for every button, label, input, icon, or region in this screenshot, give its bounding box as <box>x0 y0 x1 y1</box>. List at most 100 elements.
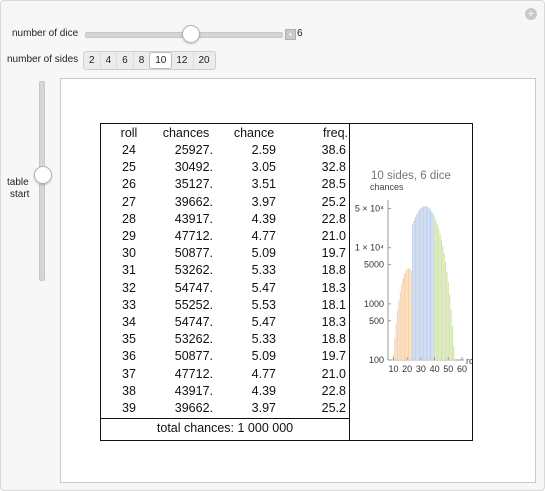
table-row: 25 30492. 3.05 32.8 <box>101 160 349 178</box>
distribution-bar <box>424 205 426 361</box>
dice-label: number of dice <box>12 28 79 39</box>
cell-chance: 3.97 <box>251 401 276 415</box>
table-row: 29 47712. 4.77 21.0 <box>101 229 349 247</box>
distribution-bar <box>402 278 404 361</box>
cell-roll: 32 <box>122 280 136 295</box>
sides-option-8[interactable]: 8 <box>134 52 151 69</box>
table-start-label-1: table <box>7 177 29 188</box>
table-row: 26 35127. 3.51 28.5 <box>101 177 349 195</box>
distribution-bar <box>439 233 441 361</box>
x-tick-label: 50 <box>443 364 453 374</box>
sides-setter[interactable]: 2 4 6 8 10 12 20 <box>83 51 216 70</box>
cell-roll: 33 <box>122 297 136 312</box>
distribution-bar <box>417 211 419 361</box>
distribution-bar <box>411 224 414 361</box>
distribution-bar <box>410 270 413 361</box>
cell-freq: 32.8 <box>321 160 346 175</box>
table-start-label-2: start <box>10 189 30 200</box>
cell-chance: 2.59 <box>251 143 276 157</box>
distribution-bar <box>433 216 436 361</box>
cell-chances: 43917. <box>174 383 213 398</box>
cell-chances: 35127. <box>174 177 213 192</box>
dice-value: 6 <box>297 28 303 39</box>
cell-chances: 43917. <box>174 211 213 226</box>
distribution-bar <box>446 271 448 361</box>
cell-chance: 4.77 <box>251 366 276 381</box>
cell-roll: 34 <box>122 315 136 329</box>
header-freq: freq. <box>322 126 348 140</box>
distribution-bar <box>422 206 425 361</box>
x-tick-label: 40 <box>430 364 440 374</box>
distribution-bar <box>451 325 454 361</box>
table-row: 39 39662. 3.97 25.2 <box>101 401 349 419</box>
cell-roll: 37 <box>122 366 136 381</box>
sides-option-4[interactable]: 4 <box>101 52 118 69</box>
distribution-bar <box>426 206 429 361</box>
header-chances: chances <box>162 126 210 140</box>
cell-freq: 38.6 <box>321 143 346 157</box>
distribution-bar <box>395 322 398 361</box>
cell-roll: 31 <box>122 263 136 278</box>
distribution-bar <box>407 267 410 361</box>
sides-option-2[interactable]: 2 <box>84 52 101 69</box>
table-row: 38 43917. 4.39 22.8 <box>101 384 349 402</box>
cell-chance: 4.39 <box>251 211 276 226</box>
distribution-bar <box>399 291 402 361</box>
table-row: 32 54747. 5.47 18.3 <box>101 281 349 299</box>
cell-freq: 18.1 <box>321 297 346 312</box>
cell-freq: 18.3 <box>321 315 346 329</box>
cell-chance: 5.47 <box>251 280 276 295</box>
table-row: 33 55252. 5.53 18.1 <box>101 298 349 316</box>
distribution-bar <box>448 294 451 361</box>
x-tick-label: 30 <box>416 364 426 374</box>
distribution-bar <box>450 309 452 361</box>
y-tick-label: 5 × 10⁴ <box>355 203 384 213</box>
header-chance: chance <box>233 126 275 140</box>
distribution-bar <box>415 213 418 361</box>
distribution-bar <box>394 337 396 361</box>
distribution-bar <box>435 220 437 361</box>
cell-freq: 18.8 <box>321 263 346 278</box>
distribution-bar <box>405 270 407 361</box>
distribution-bar <box>406 268 408 361</box>
cell-chances: 39662. <box>174 401 213 415</box>
cell-roll: 26 <box>122 177 136 192</box>
app-panel: + number of dice + 6 number of sides 2 4… <box>0 0 545 491</box>
distribution-bar <box>398 300 400 361</box>
sides-option-10[interactable]: 10 <box>149 52 173 69</box>
distribution-bar <box>418 209 421 361</box>
total-divider <box>101 418 349 419</box>
cell-chance: 3.97 <box>251 194 276 209</box>
cell-roll: 28 <box>122 211 136 226</box>
dice-slider-thumb[interactable] <box>182 25 200 43</box>
cell-freq: 25.2 <box>321 401 346 415</box>
table-row: 27 39662. 3.97 25.2 <box>101 195 349 213</box>
table-start-slider-thumb[interactable] <box>34 166 52 184</box>
cell-freq: 22.8 <box>321 211 346 226</box>
cell-roll: 29 <box>122 229 136 243</box>
x-tick-label: 60 <box>457 364 467 374</box>
cell-freq: 19.7 <box>321 246 346 261</box>
cell-chances: 53262. <box>174 263 213 278</box>
cell-freq: 21.0 <box>321 366 346 381</box>
cell-roll: 36 <box>122 349 136 364</box>
table-row: 30 50877. 5.09 19.7 <box>101 246 349 264</box>
dice-plus-icon[interactable]: + <box>285 29 296 40</box>
distribution-bar <box>443 253 445 361</box>
sides-option-12[interactable]: 12 <box>171 52 194 69</box>
cell-roll: 39 <box>122 401 136 415</box>
y-tick-label: 1000 <box>364 299 384 309</box>
header-roll: roll <box>120 126 138 140</box>
sides-option-6[interactable]: 6 <box>117 52 134 69</box>
distribution-bar <box>444 261 447 361</box>
sides-option-20[interactable]: 20 <box>194 52 215 69</box>
cell-roll: 38 <box>122 383 136 398</box>
distribution-bar <box>437 228 440 361</box>
cell-chance: 3.05 <box>251 160 276 175</box>
distribution-bar <box>436 224 439 361</box>
cell-chances: 54747. <box>174 315 213 329</box>
options-plus-icon[interactable]: + <box>525 8 537 20</box>
cell-freq: 19.7 <box>321 349 346 364</box>
y-tick-label: 5000 <box>364 260 384 270</box>
cell-chances: 47712. <box>174 229 213 243</box>
